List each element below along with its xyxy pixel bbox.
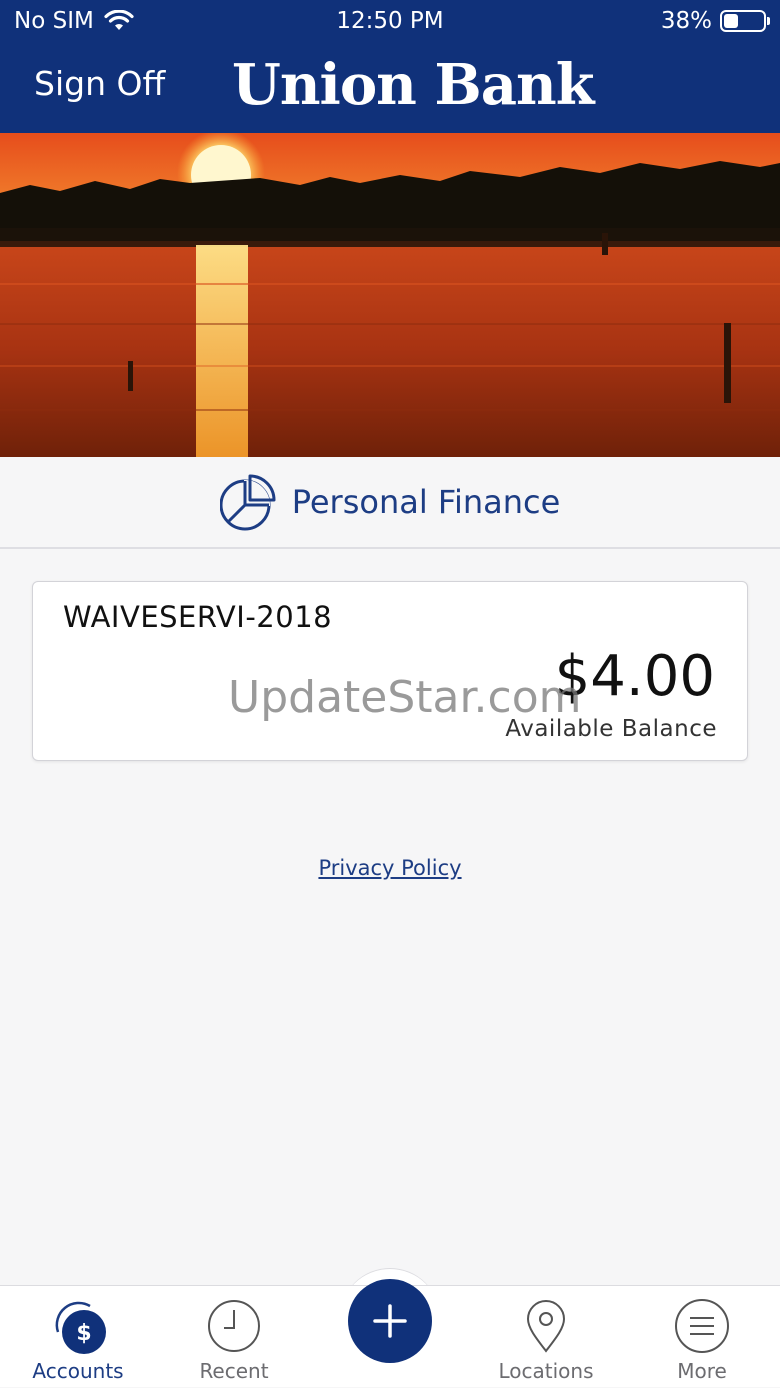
account-name: WAIVESERVI-2018	[63, 600, 333, 634]
battery-percent: 38%	[660, 8, 712, 34]
map-pin-icon	[526, 1300, 566, 1353]
tab-recent[interactable]: Recent	[156, 1286, 312, 1388]
tab-label: Accounts	[32, 1359, 124, 1383]
tab-more[interactable]: More	[624, 1286, 780, 1388]
sunset-illustration	[0, 133, 780, 457]
tab-label: Recent	[199, 1359, 269, 1383]
tab-label: Locations	[498, 1359, 594, 1383]
add-fab-button[interactable]	[348, 1279, 432, 1363]
app-header: Sign Off Union Bank	[0, 44, 780, 133]
status-right: 38%	[660, 8, 770, 34]
status-bar: No SIM 12:50 PM 38%	[0, 0, 780, 44]
menu-icon	[675, 1299, 729, 1353]
privacy-policy-link[interactable]: Privacy Policy	[0, 856, 780, 880]
plus-icon	[373, 1304, 407, 1338]
battery-icon	[720, 10, 770, 32]
account-card[interactable]: WAIVESERVI-2018 $4.00 Available Balance	[32, 581, 748, 761]
battery-level-fill	[724, 14, 738, 28]
tab-label: More	[677, 1359, 727, 1383]
personal-finance-button[interactable]: Personal Finance	[0, 457, 780, 549]
personal-finance-label: Personal Finance	[291, 483, 561, 521]
sign-off-button[interactable]: Sign Off	[34, 64, 165, 103]
available-balance-label: Available Balance	[505, 716, 717, 742]
tab-accounts[interactable]: $ Accounts	[0, 1286, 156, 1388]
hero-sunset-image	[0, 133, 780, 457]
accounts-dollar-icon: $	[55, 1301, 106, 1354]
brand-logo-text: Union Bank	[232, 52, 595, 118]
clock-icon	[208, 1300, 260, 1352]
pie-chart-icon	[219, 474, 276, 531]
svg-text:$: $	[76, 1321, 91, 1346]
account-balance: $4.00	[554, 644, 715, 709]
tab-locations[interactable]: Locations	[468, 1286, 624, 1388]
